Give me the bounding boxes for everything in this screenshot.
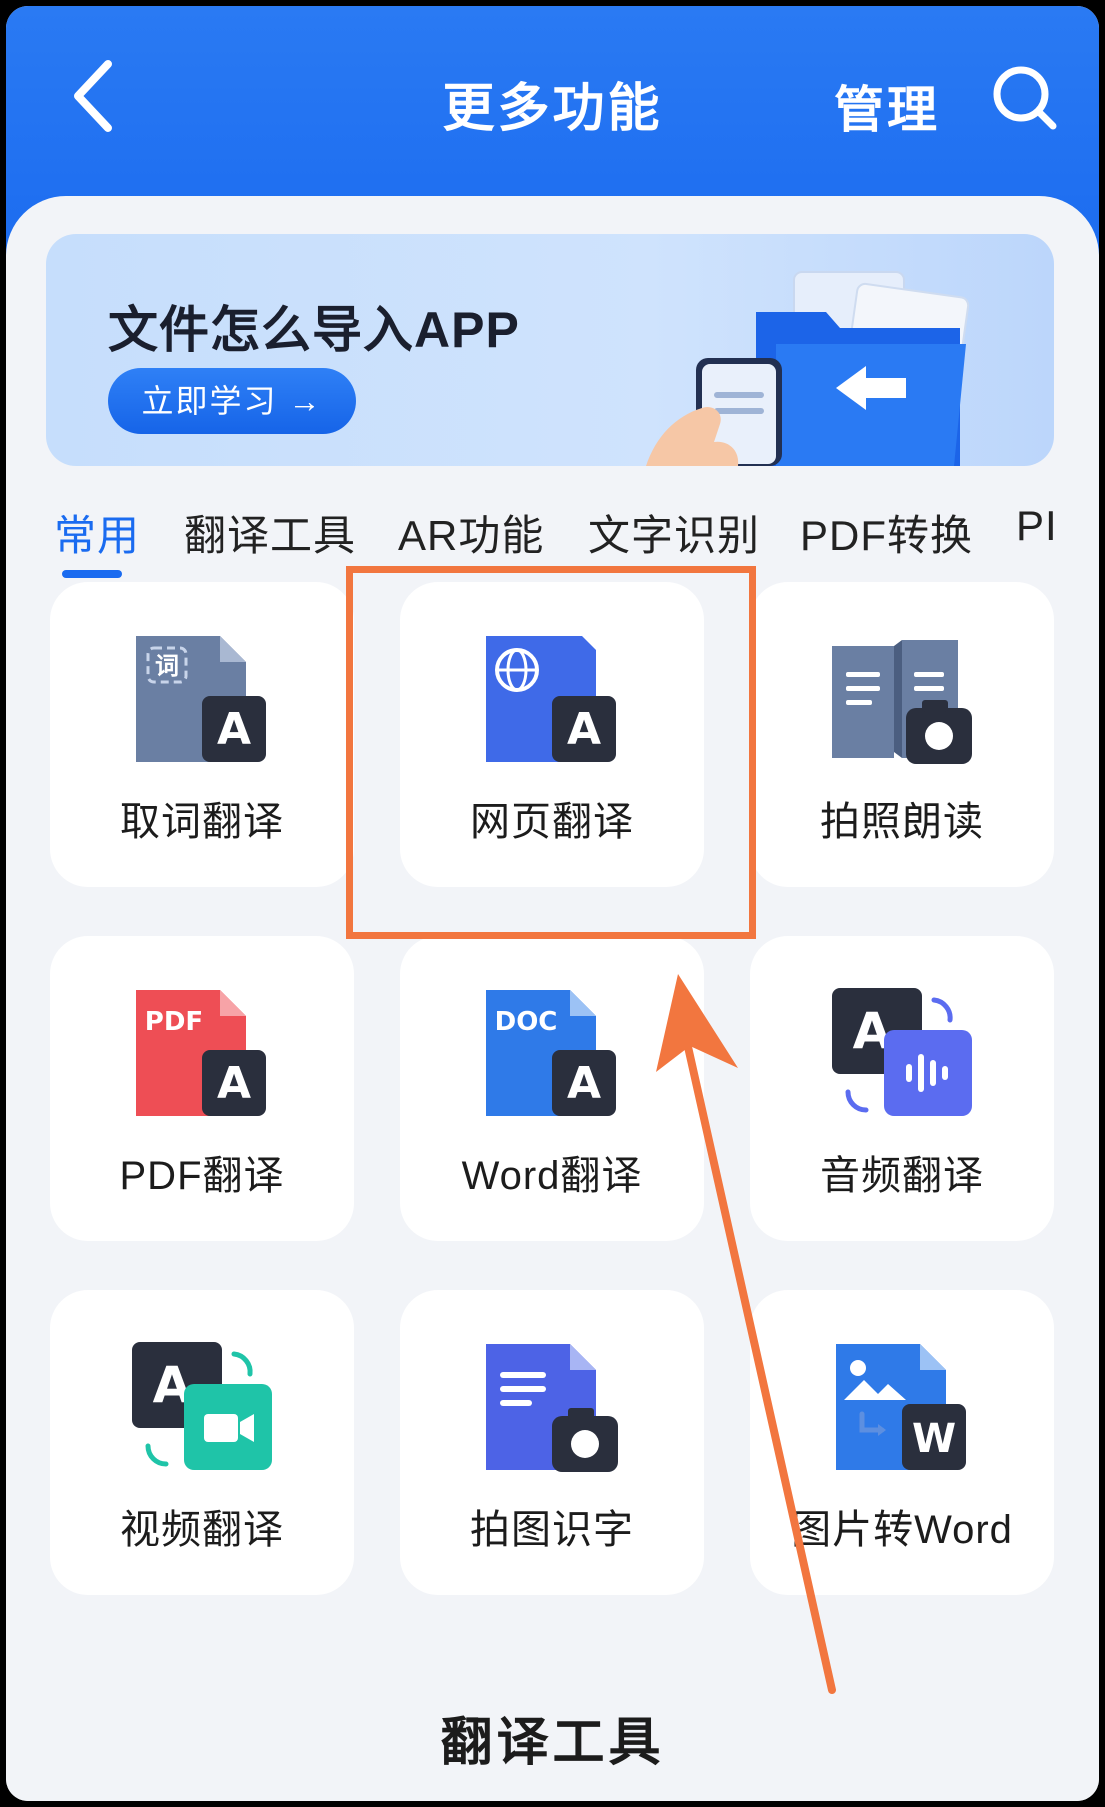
feature-label: 视频翻译 bbox=[120, 1508, 284, 1552]
feature-label: 取词翻译 bbox=[120, 800, 284, 844]
svg-text:词: 词 bbox=[155, 652, 179, 680]
tab-ar[interactable]: AR功能 bbox=[398, 502, 544, 563]
feature-label: 拍照朗读 bbox=[820, 800, 984, 844]
word-pick-translate-icon: 词 A bbox=[136, 636, 266, 762]
tab-pdf-convert[interactable]: PDF转换 bbox=[800, 502, 973, 563]
import-guide-banner[interactable]: 文件怎么导入APP 立即学习 → bbox=[46, 234, 1054, 466]
video-translate-icon: A bbox=[132, 1342, 272, 1470]
word-translate-icon: DOC A bbox=[486, 990, 616, 1116]
feature-card-photo-read-aloud[interactable]: 拍照朗读 bbox=[750, 582, 1054, 887]
category-tabs: 常用 翻译工具 AR功能 文字识别 PDF转换 PI bbox=[0, 494, 1060, 574]
tab-ocr[interactable]: 文字识别 bbox=[588, 502, 760, 563]
photo-ocr-icon bbox=[486, 1344, 618, 1472]
search-icon[interactable] bbox=[991, 64, 1061, 134]
svg-text:W: W bbox=[912, 1416, 956, 1462]
photo-read-aloud-icon bbox=[832, 640, 972, 764]
feature-card-pdf-translate[interactable]: PDF A PDF翻译 bbox=[50, 936, 354, 1241]
svg-text:A: A bbox=[217, 704, 251, 755]
learn-now-button[interactable]: 立即学习 → bbox=[108, 368, 356, 434]
svg-text:DOC: DOC bbox=[495, 1007, 558, 1037]
manage-button[interactable]: 管理 bbox=[834, 70, 940, 142]
feature-label: PDF翻译 bbox=[119, 1154, 285, 1198]
caption-title: 翻译工具 bbox=[440, 1714, 665, 1772]
tab-translate-tools[interactable]: 翻译工具 bbox=[184, 502, 356, 563]
feature-card-word-pick-translate[interactable]: 词 A 取词翻译 bbox=[50, 582, 354, 887]
tab-more[interactable]: PI bbox=[1016, 502, 1058, 550]
pdf-translate-icon: PDF A bbox=[136, 990, 266, 1116]
svg-text:A: A bbox=[217, 1058, 251, 1109]
annotation-arrow-icon bbox=[656, 974, 836, 1694]
svg-text:A: A bbox=[567, 1058, 601, 1109]
tab-common[interactable]: 常用 bbox=[54, 502, 140, 563]
highlight-annotation-box bbox=[346, 566, 756, 939]
banner-title: 文件怎么导入APP bbox=[108, 302, 520, 358]
feature-card-video-translate[interactable]: A 视频翻译 bbox=[50, 1290, 354, 1595]
svg-text:PDF: PDF bbox=[145, 1007, 203, 1037]
import-file-illustration-icon bbox=[646, 271, 970, 466]
active-tab-indicator bbox=[62, 570, 122, 578]
